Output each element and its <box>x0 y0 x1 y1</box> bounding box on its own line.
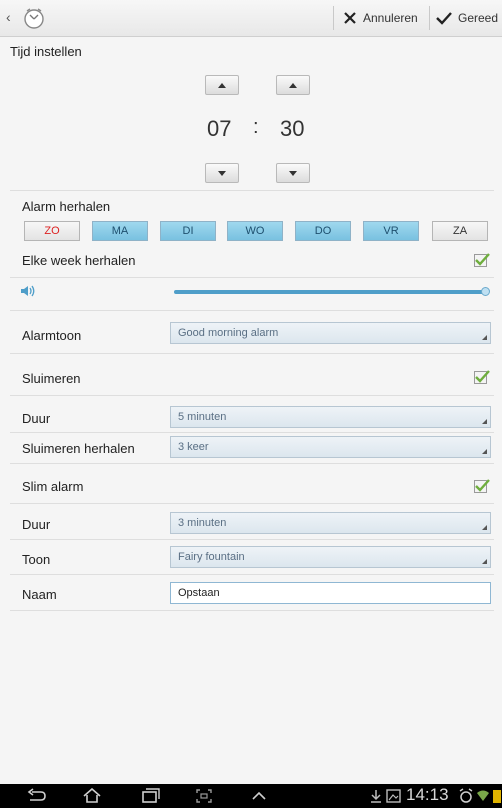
arrow-down-icon <box>289 170 297 176</box>
day-toggle-ma[interactable]: MA <box>92 221 148 241</box>
section-title: Tijd instellen <box>10 44 82 59</box>
divider <box>10 463 494 464</box>
divider <box>10 353 494 354</box>
alarm-clock-icon[interactable] <box>22 6 46 30</box>
divider <box>10 539 494 540</box>
day-toggle-vr[interactable]: VR <box>363 221 419 241</box>
done-button[interactable]: Gereed <box>436 0 498 36</box>
snooze-duration-value: 5 minuten <box>178 411 227 423</box>
status-clock: 14:13 <box>406 785 449 804</box>
snooze-repeat-label: Sluimeren herhalen <box>22 441 135 456</box>
snooze-label: Sluimeren <box>22 371 81 386</box>
snooze-duration-label: Duur <box>22 411 51 426</box>
weekly-repeat-checkbox[interactable] <box>474 253 490 267</box>
smart-alarm-duration-dropdown[interactable]: 3 minuten <box>170 512 491 534</box>
volume-icon <box>21 285 35 297</box>
divider <box>10 574 494 575</box>
arrow-up-icon <box>289 82 297 88</box>
checkmark-icon <box>436 12 452 25</box>
name-input[interactable] <box>170 582 491 604</box>
toolbar-divider <box>333 6 334 30</box>
divider <box>10 277 494 278</box>
minute-down-button[interactable] <box>276 163 310 183</box>
smart-alarm-checkbox[interactable] <box>474 479 490 493</box>
minute-up-button[interactable] <box>276 75 310 95</box>
name-label: Naam <box>22 587 57 602</box>
minute-value[interactable]: 30 <box>280 116 304 142</box>
divider <box>10 503 494 504</box>
hour-up-button[interactable] <box>205 75 239 95</box>
smart-alarm-tone-label: Toon <box>22 552 51 567</box>
time-separator: : <box>253 116 259 138</box>
action-bar: ‹ Annuleren Gereed <box>0 0 502 37</box>
alarm-status-icon <box>459 788 473 803</box>
hour-value[interactable]: 07 <box>207 116 231 142</box>
system-navigation-bar: 14:13 <box>0 784 502 808</box>
chevron-up-icon[interactable] <box>250 788 268 804</box>
home-icon[interactable] <box>82 788 102 804</box>
snooze-repeat-dropdown[interactable]: 3 keer <box>170 436 491 458</box>
divider <box>10 190 494 191</box>
alarm-tone-label: Alarmtoon <box>22 328 82 343</box>
smart-alarm-tone-value: Fairy fountain <box>178 551 245 563</box>
divider <box>10 310 494 311</box>
back-icon[interactable] <box>26 788 48 804</box>
day-toggle-di[interactable]: DI <box>160 221 216 241</box>
divider <box>10 395 494 396</box>
battery-icon <box>493 790 501 803</box>
day-toggle-za[interactable]: ZA <box>432 221 488 241</box>
dropdown-corner-icon <box>482 559 487 564</box>
smart-alarm-tone-dropdown[interactable]: Fairy fountain <box>170 546 491 568</box>
close-icon <box>344 12 356 24</box>
arrow-down-icon <box>218 170 226 176</box>
day-toggle-wo[interactable]: WO <box>227 221 283 241</box>
gallery-icon <box>386 789 401 803</box>
done-label: Gereed <box>458 11 499 25</box>
day-toggle-do[interactable]: DO <box>295 221 351 241</box>
arrow-up-icon <box>218 82 226 88</box>
weekly-repeat-label: Elke week herhalen <box>22 253 136 268</box>
volume-slider-handle[interactable] <box>481 287 490 296</box>
smart-alarm-duration-label: Duur <box>22 517 51 532</box>
cancel-label: Annuleren <box>363 11 418 25</box>
snooze-repeat-value: 3 keer <box>178 441 209 453</box>
alarm-tone-value: Good morning alarm <box>178 327 279 339</box>
divider <box>10 432 494 433</box>
wifi-icon <box>477 790 489 801</box>
recent-apps-icon[interactable] <box>140 788 160 804</box>
back-arrow-icon[interactable]: ‹ <box>6 9 11 25</box>
alarm-tone-dropdown[interactable]: Good morning alarm <box>170 322 491 344</box>
hour-down-button[interactable] <box>205 163 239 183</box>
cancel-button[interactable]: Annuleren <box>343 0 418 36</box>
dropdown-corner-icon <box>482 449 487 454</box>
smart-alarm-duration-value: 3 minuten <box>178 517 227 529</box>
dropdown-corner-icon <box>482 335 487 340</box>
screenshot-icon[interactable] <box>195 788 213 804</box>
dropdown-corner-icon <box>482 419 487 424</box>
volume-slider[interactable] <box>174 290 486 294</box>
repeat-label: Alarm herhalen <box>22 199 111 214</box>
snooze-checkbox[interactable] <box>474 370 490 384</box>
toolbar-divider <box>429 6 430 30</box>
dropdown-corner-icon <box>482 525 487 530</box>
divider <box>10 610 494 611</box>
snooze-duration-dropdown[interactable]: 5 minuten <box>170 406 491 428</box>
day-toggle-zo[interactable]: ZO <box>24 221 80 241</box>
smart-alarm-label: Slim alarm <box>22 479 84 494</box>
download-icon <box>371 790 381 803</box>
